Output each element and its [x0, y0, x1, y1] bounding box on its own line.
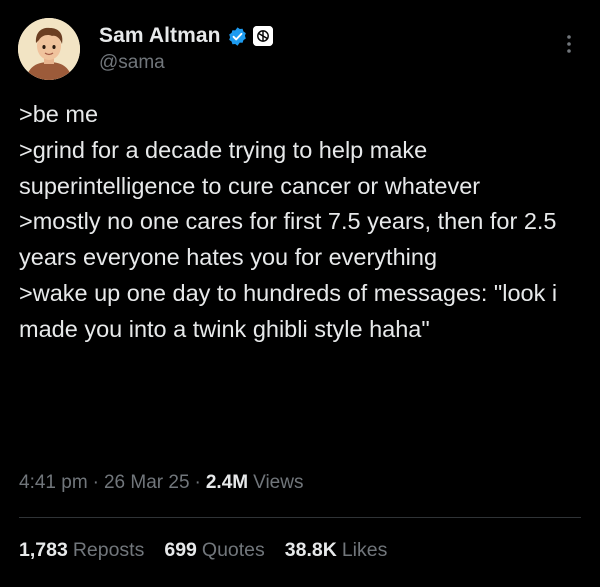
- author-display-name[interactable]: Sam Altman: [99, 24, 221, 48]
- likes-count: 38.8K: [284, 539, 337, 561]
- openai-logo-icon[interactable]: [252, 26, 273, 46]
- tweet-line: >grind for a decade trying to help make …: [19, 136, 481, 199]
- quotes-stat[interactable]: 699 Quotes: [164, 539, 264, 562]
- tweet-line: >be me: [19, 101, 99, 127]
- tweet-date[interactable]: 26 Mar 25: [104, 472, 190, 494]
- meta-separator: ·: [92, 472, 99, 493]
- tweet-text: >be me >grind for a decade trying to hel…: [19, 97, 589, 348]
- tweet-line: >wake up one day to hundreds of messages…: [19, 279, 558, 342]
- tweet-line: >mostly no one cares for first 7.5 years…: [19, 208, 557, 271]
- quotes-count: 699: [164, 539, 197, 561]
- tweet-time[interactable]: 4:41 pm: [19, 472, 88, 494]
- author-handle[interactable]: @sama: [99, 52, 165, 74]
- reposts-count: 1,783: [19, 539, 68, 561]
- views-count: 2.4M: [205, 472, 249, 493]
- avatar-portrait-image: [18, 18, 80, 80]
- reposts-stat[interactable]: 1,783 Reposts: [19, 539, 144, 562]
- engagement-stats: 1,783 Reposts 699 Quotes 38.8K Likes: [19, 539, 407, 562]
- views-label: Views: [253, 472, 304, 493]
- tweet-card[interactable]: Sam Altman @sama >be me >grind for a dec…: [0, 0, 600, 587]
- likes-label: Likes: [341, 539, 388, 561]
- divider: [19, 517, 581, 518]
- quotes-label: Quotes: [201, 539, 265, 561]
- avatar[interactable]: [18, 18, 80, 80]
- more-options-icon[interactable]: [561, 32, 577, 56]
- verified-badge-icon[interactable]: [227, 26, 248, 47]
- meta-separator: ·: [194, 472, 201, 493]
- reposts-label: Reposts: [72, 539, 145, 561]
- tweet-meta: 4:41 pm · 26 Mar 25 · 2.4M Views: [19, 472, 303, 494]
- likes-stat[interactable]: 38.8K Likes: [285, 539, 388, 562]
- author-name-row: Sam Altman: [99, 22, 273, 50]
